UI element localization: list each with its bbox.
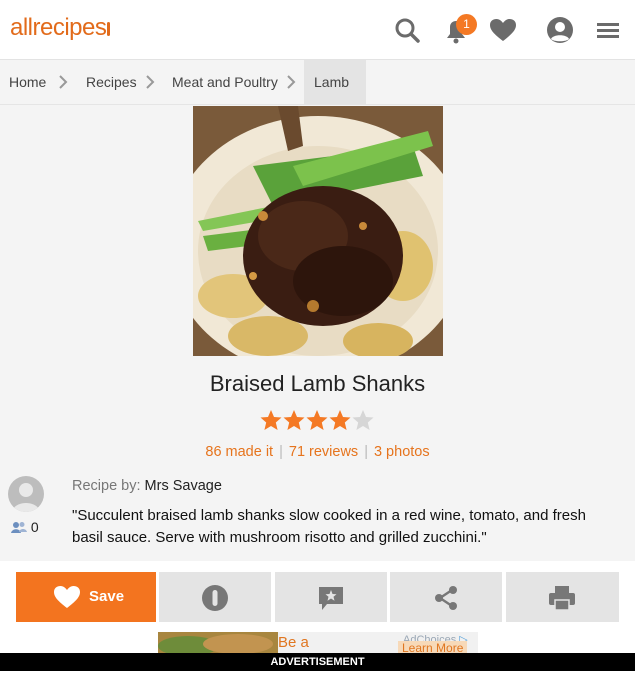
- breadcrumb-meat-and-poultry[interactable]: Meat and Poultry: [172, 60, 278, 105]
- profile-icon[interactable]: [545, 14, 575, 46]
- chevron-right-icon: [287, 75, 296, 89]
- made-it-icon: [202, 585, 228, 611]
- ad-image: [158, 632, 278, 654]
- reviews-link[interactable]: 71 reviews: [289, 444, 358, 460]
- share-button[interactable]: [390, 572, 502, 622]
- search-icon[interactable]: [393, 14, 423, 46]
- followers-count[interactable]: 0: [11, 519, 39, 535]
- advertisement-banner[interactable]: Be a AdChoices ▷ Learn More: [158, 632, 478, 654]
- review-button[interactable]: [275, 572, 387, 622]
- breadcrumb: Home Recipes Meat and Poultry Lamb: [0, 60, 635, 105]
- notification-count-badge: 1: [456, 14, 477, 35]
- followers-icon: [11, 522, 27, 533]
- breadcrumb-recipes[interactable]: Recipes: [86, 60, 137, 105]
- made-it-count[interactable]: 86 made it: [205, 444, 273, 460]
- recipe-description: "Succulent braised lamb shanks slow cook…: [72, 507, 586, 546]
- print-icon: [549, 586, 575, 611]
- breadcrumb-lamb[interactable]: Lamb: [304, 60, 366, 105]
- site-header: allrecipes 1: [0, 0, 635, 60]
- menu-icon[interactable]: [594, 14, 624, 46]
- advertisement-label: ADVERTISEMENT: [0, 653, 635, 671]
- recipe-byline: Recipe by: Mrs Savage: [72, 478, 222, 494]
- ad-headline: Be a: [278, 634, 309, 651]
- chevron-right-icon: [146, 75, 155, 89]
- recipe-title: Braised Lamb Shanks: [209, 371, 426, 396]
- allrecipes-logo[interactable]: allrecipes: [10, 14, 111, 42]
- photos-link[interactable]: 3 photos: [374, 444, 430, 460]
- review-icon: [319, 587, 343, 610]
- star-icon: [306, 410, 328, 430]
- recipe-stats: 86 made it | 71 reviews | 3 photos: [205, 444, 430, 460]
- recipe-photo[interactable]: [193, 106, 443, 356]
- star-rating[interactable]: [260, 409, 375, 433]
- star-icon: [329, 410, 351, 430]
- star-icon: [260, 410, 282, 430]
- breadcrumb-home[interactable]: Home: [9, 60, 46, 105]
- star-empty-icon: [352, 410, 374, 430]
- star-icon: [283, 410, 305, 430]
- heart-icon: [54, 586, 80, 608]
- made-it-button[interactable]: [159, 572, 271, 622]
- author-name[interactable]: Mrs Savage: [145, 478, 222, 494]
- bottom-margin: [0, 671, 635, 683]
- author-avatar[interactable]: [8, 476, 44, 512]
- chevron-right-icon: [59, 75, 68, 89]
- favorites-heart-icon[interactable]: [488, 14, 518, 46]
- recipe-actions: Save: [0, 561, 635, 632]
- share-icon: [435, 586, 457, 610]
- print-button[interactable]: [506, 572, 619, 622]
- save-button[interactable]: Save: [16, 572, 156, 622]
